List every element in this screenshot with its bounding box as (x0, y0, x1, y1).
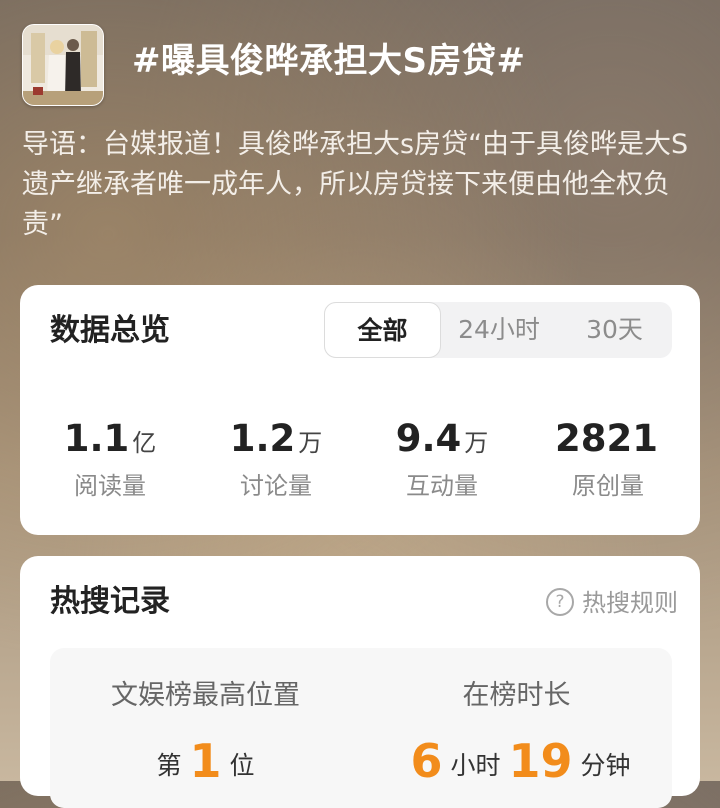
question-circle-icon: ? (546, 588, 574, 616)
tab-24-hours[interactable]: 24小时 (441, 302, 557, 358)
stat-discussions-value: 1.2 (229, 417, 296, 460)
tab-all[interactable]: 全部 (324, 302, 441, 358)
hot-search-rules-link[interactable]: ? 热搜规则 (546, 586, 678, 620)
duration-hours-unit: 小时 (450, 751, 501, 780)
stat-interactions-label: 互动量 (406, 472, 478, 500)
stat-discussions: 1.2 万 讨论量 (191, 415, 361, 503)
topic-cover-image (22, 24, 104, 106)
hot-search-title: 热搜记录 (50, 584, 170, 619)
overview-title: 数据总览 (50, 313, 170, 348)
data-overview-card: 数据总览 全部 24小时 30天 1.1 亿 阅读量 1.2 万 讨论量 9.4 万 … (20, 285, 700, 535)
highest-rank-number: 1 (189, 734, 222, 788)
highest-rank: 文娱榜最高位置 第1位 (50, 678, 361, 788)
duration-minutes-unit: 分钟 (580, 751, 631, 780)
tab-30-days[interactable]: 30天 (557, 302, 672, 358)
stat-discussions-label: 讨论量 (240, 472, 312, 500)
highest-rank-suffix: 位 (229, 751, 255, 780)
hot-search-rules-label: 热搜规则 (582, 589, 678, 617)
stat-discussions-unit: 万 (298, 429, 323, 457)
stat-reads: 1.1 亿 阅读量 (25, 415, 195, 503)
stat-reads-value: 1.1 (63, 417, 130, 460)
time-range-tabs: 全部 24小时 30天 (324, 302, 672, 358)
time-on-list-label: 在榜时长 (462, 680, 571, 711)
stat-originals-value: 2821 (555, 417, 658, 460)
stat-interactions-unit: 万 (464, 429, 489, 457)
hot-search-card: 热搜记录 ? 热搜规则 文娱榜最高位置 第1位 在榜时长 6 小时 19 分钟 (20, 556, 700, 808)
stat-originals: 2821 原创量 (523, 415, 693, 503)
hot-search-record-box: 文娱榜最高位置 第1位 在榜时长 6 小时 19 分钟 (50, 648, 672, 808)
highest-rank-label: 文娱榜最高位置 (111, 680, 300, 711)
stat-reads-unit: 亿 (132, 429, 157, 457)
stat-reads-label: 阅读量 (74, 472, 146, 500)
highest-rank-prefix: 第 (156, 751, 182, 780)
topic-title: #曝具俊晔承担大S房贷# (132, 41, 526, 81)
time-on-list: 在榜时长 6 小时 19 分钟 (361, 678, 672, 788)
stat-interactions-value: 9.4 (395, 417, 462, 460)
duration-hours: 6 (410, 734, 443, 788)
stat-originals-label: 原创量 (572, 472, 644, 500)
stat-interactions: 9.4 万 互动量 (357, 415, 527, 503)
duration-minutes: 19 (508, 734, 573, 788)
topic-intro: 导语：台媒报道！具俊晔承担大s房贷“由于具俊晔是大S遗产继承者唯一成年人，所以房… (22, 129, 689, 240)
